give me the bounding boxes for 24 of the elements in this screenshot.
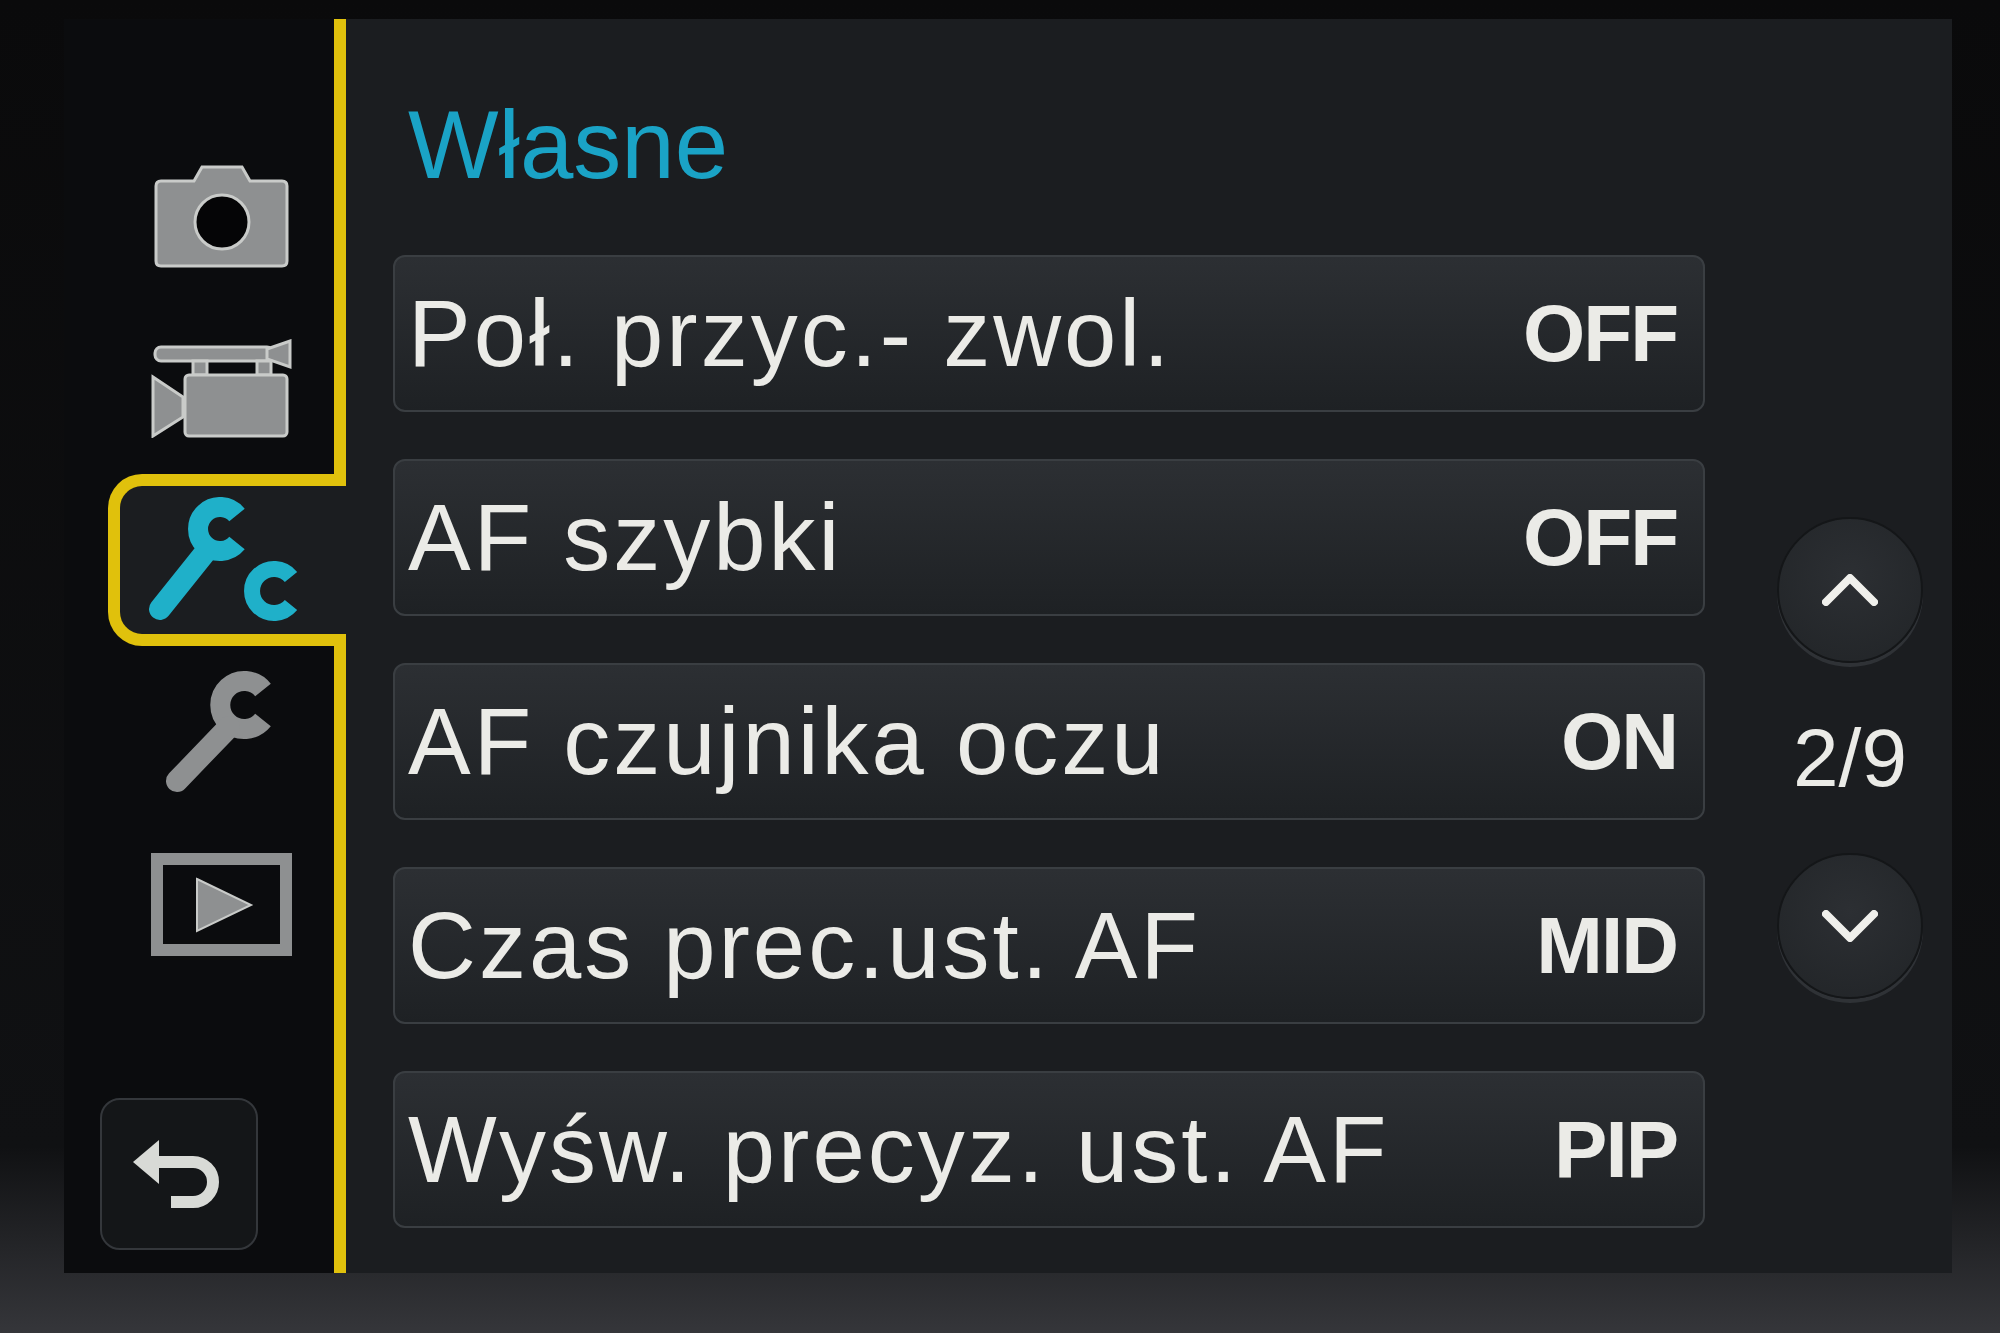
- menu-row[interactable]: Poł. przyc.- zwol. OFF: [393, 255, 1705, 412]
- menu-row[interactable]: AF szybki OFF: [393, 459, 1705, 616]
- setting-label: AF czujnika oczu: [408, 687, 1167, 796]
- setting-value: PIP: [1554, 1103, 1677, 1196]
- page-indicator: 2/9: [1793, 717, 1907, 799]
- setting-label: Wyśw. precyz. ust. AF: [408, 1095, 1390, 1204]
- chevron-down-icon: [1822, 910, 1878, 942]
- back-button[interactable]: [100, 1098, 258, 1250]
- screen-title: Własne: [408, 90, 730, 200]
- menu-row[interactable]: Czas prec.ust. AF MID: [393, 867, 1705, 1024]
- setting-value: OFF: [1523, 287, 1677, 380]
- setting-label: AF szybki: [408, 483, 843, 592]
- playback-icon: [150, 852, 292, 956]
- camera-icon: [153, 164, 289, 268]
- chevron-up-icon: [1822, 574, 1878, 606]
- setting-value: OFF: [1523, 491, 1677, 584]
- setting-value: MID: [1536, 899, 1677, 992]
- video-camera-icon: [150, 338, 292, 438]
- setting-value: ON: [1561, 695, 1677, 788]
- menu-row[interactable]: Wyśw. precyz. ust. AF PIP: [393, 1071, 1705, 1228]
- setting-label: Czas prec.ust. AF: [408, 891, 1201, 1000]
- setting-label: Poł. przyc.- zwol.: [408, 279, 1173, 388]
- menu-row[interactable]: AF czujnika oczu ON: [393, 663, 1705, 820]
- menu-tab[interactable]: [108, 474, 346, 646]
